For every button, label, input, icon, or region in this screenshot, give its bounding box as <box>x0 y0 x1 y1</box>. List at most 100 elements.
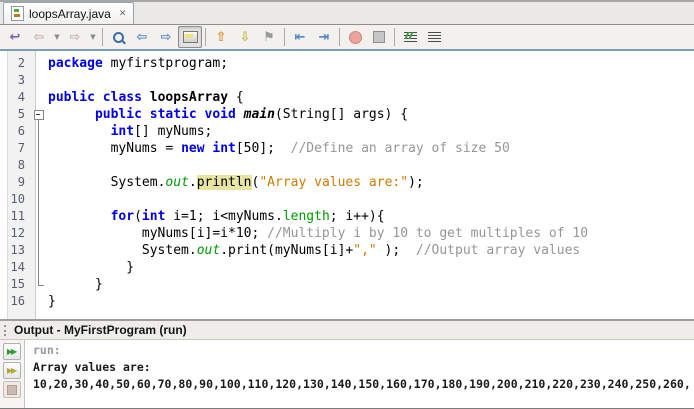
prev-occurrence-button[interactable]: ⇦ <box>130 26 154 48</box>
code-token-pl: [50]; <box>235 141 291 156</box>
toggle-bookmark-icon: ⚑ <box>263 29 275 45</box>
code-line[interactable]: 13 System.out.print(myNums[i]+"," ); //Ou… <box>0 242 694 259</box>
code-line[interactable]: 8 <box>0 157 694 174</box>
code-line[interactable]: 6 int[] myNums; <box>0 123 694 140</box>
code-token-pl: { <box>228 90 244 105</box>
back-button[interactable]: ⇦ <box>27 26 51 48</box>
code-text: myNums = new int[50]; //Define an array … <box>48 140 694 157</box>
output-console[interactable]: run: Array values are: 10,20,30,40,50,60,7… <box>25 340 694 408</box>
fold-margin <box>31 174 48 191</box>
next-occurrence-button[interactable]: ⇨ <box>154 26 178 48</box>
find-selection-icon <box>112 31 124 43</box>
next-occurrence-icon: ⇨ <box>160 29 172 45</box>
line-number: 8 <box>17 158 25 172</box>
line-number: 3 <box>17 73 25 87</box>
code-token-pl: ); <box>408 175 424 190</box>
forward-button[interactable]: ⇨ <box>63 26 87 48</box>
macro-stop-button[interactable] <box>367 26 391 48</box>
java-file-icon <box>11 6 24 21</box>
line-number: 7 <box>17 141 25 155</box>
code-token-pl: myfirstprogram; <box>102 56 229 71</box>
code-line[interactable]: 2 package myfirstprogram; <box>0 55 694 72</box>
uncomment-button[interactable] <box>422 26 446 48</box>
tab-loopsarray-java[interactable]: loopsArray.java ✕ <box>3 2 135 24</box>
output-panel-header: Output - MyFirstProgram (run) <box>0 320 694 340</box>
code-line[interactable]: 12 myNums[i]=i*10; //Multiply i by 10 to … <box>0 225 694 242</box>
code-line[interactable]: 9 System.out.println("Array values are:")… <box>0 174 694 191</box>
comment-icon <box>403 31 417 43</box>
code-line[interactable]: 5 public static void main(String[] args) … <box>0 106 694 123</box>
tab-close-icon[interactable]: ✕ <box>119 9 127 18</box>
code-line[interactable]: 3 <box>0 72 694 89</box>
code-token-pl: } <box>94 277 103 292</box>
prev-bookmark-button[interactable]: ⇧ <box>209 26 233 48</box>
fold-margin <box>31 157 48 174</box>
code-text: System.out.print(myNums[i]+"," ); //Outp… <box>48 242 694 259</box>
macro-stop-icon <box>373 31 385 43</box>
back-dropdown-button[interactable]: ▼ <box>51 26 63 48</box>
code-line[interactable]: 7 myNums = new int[50]; //Define an array… <box>0 140 694 157</box>
jump-last-edit-button[interactable]: ↩ <box>3 26 27 48</box>
line-number: 6 <box>17 124 25 138</box>
shift-right-icon: ⇥ <box>318 29 330 45</box>
code-token-mark: println <box>196 175 252 190</box>
code-token-pl: myNums = <box>110 141 182 156</box>
editor-toolbar: ↩ ⇦ ▼ ⇨ ▼ ⇦ ⇨ ⇧ ⇩ ⚑ ⇤ ⇥ <box>0 25 694 51</box>
line-number: 15 <box>10 277 25 291</box>
forward-dropdown-button[interactable]: ▼ <box>87 26 99 48</box>
toggle-highlight-button[interactable] <box>178 26 202 48</box>
code-token-pl: System. <box>110 175 166 190</box>
code-line[interactable]: 11 for(int i=1; i<myNums.length; i++){ <box>0 208 694 225</box>
code-line[interactable]: 15} <box>0 276 694 293</box>
code-text: public class loopsArray { <box>48 89 694 106</box>
code-token-fldi: out <box>165 175 189 190</box>
code-fold-toggle[interactable] <box>31 106 48 123</box>
code-token-cm: //Output array values <box>415 243 581 258</box>
code-token-str: "Array values are:" <box>259 175 409 190</box>
stop-icon <box>7 384 17 395</box>
rerun-icon: ▶▶ <box>6 346 17 356</box>
find-selection-button[interactable] <box>106 26 130 48</box>
code-token-pl: ( <box>134 209 142 224</box>
tab-label: loopsArray.java <box>29 6 111 21</box>
code-token-cm: //Multiply i by 10 to get multiples of 1… <box>267 226 589 241</box>
line-number: 14 <box>10 260 25 274</box>
next-bookmark-button[interactable]: ⇩ <box>233 26 257 48</box>
rerun-with-changes-button[interactable]: ▶▶ <box>3 362 21 379</box>
code-line[interactable]: 10 <box>0 191 694 208</box>
comment-button[interactable] <box>398 26 422 48</box>
fold-margin <box>31 293 48 310</box>
fold-margin <box>31 259 48 276</box>
toggle-bookmark-button[interactable]: ⚑ <box>257 26 281 48</box>
code-token-pl: (String[] args) { <box>274 107 409 122</box>
fold-margin <box>31 140 48 157</box>
toolbar-separator <box>394 28 395 46</box>
fold-margin <box>31 191 48 208</box>
shift-left-button[interactable]: ⇤ <box>288 26 312 48</box>
code-line[interactable]: 14} <box>0 259 694 276</box>
output-line: Array values are: <box>33 360 151 374</box>
code-token-mth: main <box>235 107 275 122</box>
toolbar-separator <box>339 28 340 46</box>
fold-margin <box>31 242 48 259</box>
code-text: } <box>48 259 694 276</box>
toggle-highlight-icon <box>182 31 198 43</box>
shift-right-button[interactable]: ⇥ <box>312 26 336 48</box>
jump-last-edit-icon: ↩ <box>9 29 21 45</box>
shift-left-icon: ⇤ <box>294 29 306 45</box>
back-dropdown-icon: ▼ <box>54 32 60 41</box>
panel-drag-grip[interactable] <box>4 324 8 336</box>
code-token-pl: } <box>126 260 135 275</box>
macro-record-button[interactable] <box>343 26 367 48</box>
code-line[interactable]: 16} <box>0 293 694 310</box>
macro-record-icon <box>348 30 362 44</box>
fold-margin <box>31 208 48 225</box>
code-line[interactable]: 4 public class loopsArray { <box>0 89 694 106</box>
line-number: 4 <box>17 90 25 104</box>
uncomment-icon <box>427 31 441 43</box>
rerun-button[interactable]: ▶▶ <box>3 343 21 360</box>
code-editor[interactable]: 2 package myfirstprogram; 3 4 public class l… <box>0 51 694 320</box>
output-panel-title: Output - MyFirstProgram (run) <box>14 323 187 337</box>
line-number: 13 <box>10 243 25 257</box>
line-number: 16 <box>10 294 25 308</box>
